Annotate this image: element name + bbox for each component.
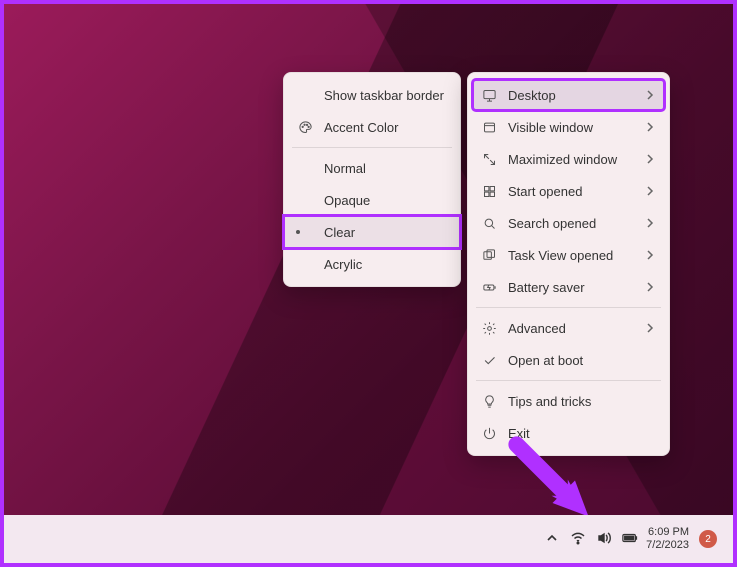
taskbar-clock[interactable]: 6:09 PM 7/2/2023 <box>646 526 689 552</box>
menu-item-advanced[interactable]: Advanced <box>468 312 669 344</box>
menu-label: Advanced <box>508 321 645 336</box>
menu-item-accent-color[interactable]: Accent Color <box>284 111 460 143</box>
menu-item-opaque[interactable]: Opaque <box>284 184 460 216</box>
menu-item-tips[interactable]: Tips and tricks <box>468 385 669 417</box>
menu-item-visible-window[interactable]: Visible window <box>468 111 669 143</box>
menu-item-maximized-window[interactable]: Maximized window <box>468 143 669 175</box>
chevron-right-icon <box>645 152 655 167</box>
menu-item-taskview-opened[interactable]: Task View opened <box>468 239 669 271</box>
menu-label: Acrylic <box>324 257 446 272</box>
menu-item-battery-saver[interactable]: Battery saver <box>468 271 669 303</box>
menu-item-show-taskbar-border[interactable]: Show taskbar border <box>284 79 460 111</box>
chevron-right-icon <box>645 216 655 231</box>
maximize-icon <box>480 152 498 167</box>
chevron-right-icon <box>645 184 655 199</box>
tray-overflow-icon[interactable] <box>544 530 560 549</box>
menu-label: Maximized window <box>508 152 645 167</box>
menu-label: Show taskbar border <box>324 88 446 103</box>
current-indicator-dot <box>296 230 300 234</box>
menu-label: Desktop <box>508 88 645 103</box>
menu-item-start-opened[interactable]: Start opened <box>468 175 669 207</box>
accent-submenu: Show taskbar border Accent Color Normal … <box>283 72 461 287</box>
menu-label: Accent Color <box>324 120 446 135</box>
chevron-right-icon <box>645 248 655 263</box>
menu-item-exit[interactable]: Exit <box>468 417 669 449</box>
menu-item-desktop[interactable]: Desktop <box>472 79 665 111</box>
gear-icon <box>480 321 498 336</box>
menu-label: Start opened <box>508 184 645 199</box>
chevron-right-icon <box>645 280 655 295</box>
menu-separator <box>476 307 661 308</box>
menu-item-normal[interactable]: Normal <box>284 152 460 184</box>
taskbar: 6:09 PM 7/2/2023 2 <box>4 515 733 563</box>
clock-date: 7/2/2023 <box>646 539 689 552</box>
menu-item-clear[interactable]: Clear <box>284 216 460 248</box>
lightbulb-icon <box>480 394 498 409</box>
window-icon <box>480 120 498 135</box>
menu-label: Search opened <box>508 216 645 231</box>
chevron-right-icon <box>645 88 655 103</box>
menu-item-acrylic[interactable]: Acrylic <box>284 248 460 280</box>
taskview-icon <box>480 248 498 263</box>
menu-separator <box>476 380 661 381</box>
menu-label: Tips and tricks <box>508 394 655 409</box>
clock-time: 6:09 PM <box>648 526 689 539</box>
search-icon <box>480 216 498 231</box>
menu-item-search-opened[interactable]: Search opened <box>468 207 669 239</box>
main-context-menu: Desktop Visible window Maximized window … <box>467 72 670 456</box>
menu-label: Normal <box>324 161 446 176</box>
menu-label: Clear <box>324 225 446 240</box>
start-icon <box>480 184 498 199</box>
chevron-right-icon <box>645 321 655 336</box>
menu-label: Battery saver <box>508 280 645 295</box>
battery-tray-icon[interactable] <box>622 530 638 549</box>
menu-label: Exit <box>508 426 655 441</box>
menu-item-open-at-boot[interactable]: Open at boot <box>468 344 669 376</box>
desktop-icon <box>480 88 498 103</box>
palette-icon <box>296 120 314 135</box>
power-icon <box>480 426 498 441</box>
check-icon <box>480 353 498 368</box>
notification-count: 2 <box>705 534 711 545</box>
wifi-icon[interactable] <box>570 530 586 549</box>
menu-label: Opaque <box>324 193 446 208</box>
notification-badge[interactable]: 2 <box>699 530 717 548</box>
system-tray <box>544 530 638 549</box>
menu-label: Open at boot <box>508 353 655 368</box>
chevron-right-icon <box>645 120 655 135</box>
desktop-wallpaper: Show taskbar border Accent Color Normal … <box>4 4 733 563</box>
menu-separator <box>292 147 452 148</box>
volume-icon[interactable] <box>596 530 612 549</box>
menu-label: Visible window <box>508 120 645 135</box>
battery-icon <box>480 280 498 295</box>
menu-label: Task View opened <box>508 248 645 263</box>
